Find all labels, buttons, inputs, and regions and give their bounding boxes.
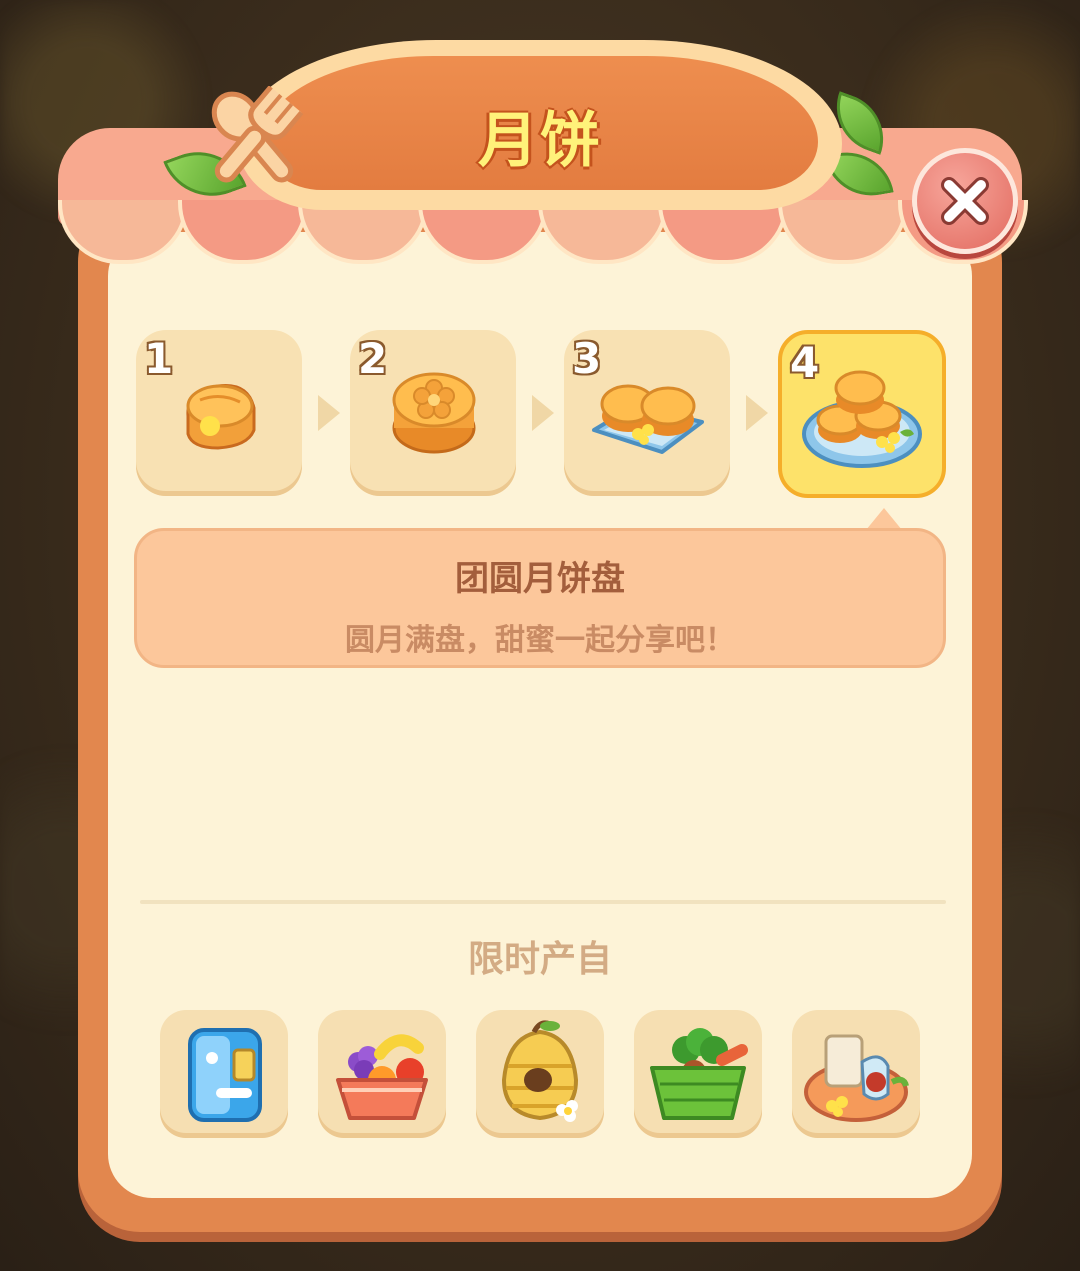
source-item-fridge[interactable] bbox=[160, 1010, 288, 1138]
source-item-vegetable-basket[interactable] bbox=[634, 1010, 762, 1138]
close-button[interactable] bbox=[912, 148, 1018, 254]
chain-item-1[interactable]: 1 bbox=[136, 330, 302, 496]
chain-arrow-icon bbox=[318, 395, 340, 431]
chain-item-4-selected[interactable]: 4 bbox=[778, 330, 946, 498]
chain-level-1: 1 bbox=[144, 334, 174, 383]
section-divider bbox=[140, 900, 946, 904]
chain-level-2: 2 bbox=[358, 334, 388, 383]
source-item-picnic-basket[interactable] bbox=[792, 1010, 920, 1138]
fruit-basket-icon bbox=[336, 1034, 428, 1120]
dialog-title: 月饼 bbox=[478, 106, 602, 176]
fork-spoon-icon bbox=[211, 86, 304, 183]
source-item-beehive[interactable] bbox=[476, 1010, 604, 1138]
item-description: 圆月满盘，甜蜜一起分享吧！ bbox=[345, 623, 735, 658]
chain-arrow-icon bbox=[746, 395, 768, 431]
chain-level-3: 3 bbox=[572, 334, 602, 383]
close-icon bbox=[941, 177, 989, 225]
blue-fridge-icon bbox=[188, 1028, 262, 1122]
sources-title: 限时产自 bbox=[467, 939, 612, 980]
chain-item-2[interactable]: 2 bbox=[350, 330, 516, 496]
item-name: 团圆月饼盘 bbox=[455, 559, 625, 599]
chain-arrow-icon bbox=[532, 395, 554, 431]
item-detail-box: 团圆月饼盘 圆月满盘，甜蜜一起分享吧！ bbox=[134, 528, 946, 668]
vegetable-basket-icon bbox=[650, 1028, 748, 1120]
picnic-basket-icon bbox=[804, 1034, 909, 1122]
beehive-icon bbox=[501, 1020, 579, 1122]
chain-item-3[interactable]: 3 bbox=[564, 330, 730, 496]
source-item-fruit-basket[interactable] bbox=[318, 1010, 446, 1138]
chain-level-4: 4 bbox=[790, 338, 820, 387]
detail-pointer bbox=[866, 508, 902, 530]
